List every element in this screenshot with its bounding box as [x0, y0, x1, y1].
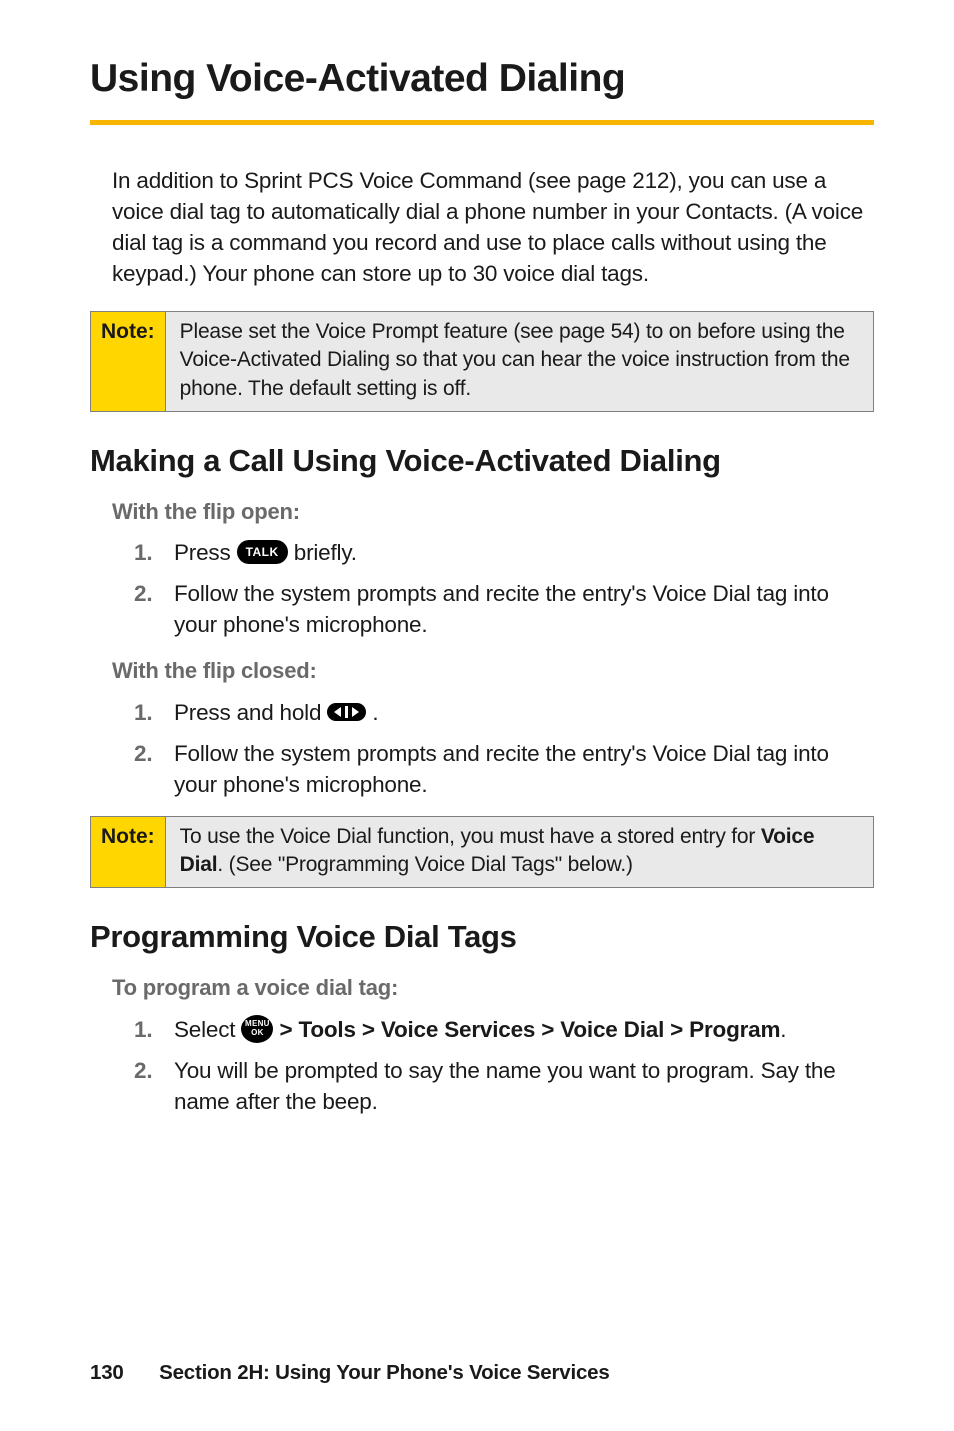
talk-key-icon: TALK: [237, 540, 288, 565]
list-item: 2. You will be prompted to say the name …: [134, 1055, 874, 1117]
note-box-voice-prompt: Note: Please set the Voice Prompt featur…: [90, 311, 874, 412]
note-label: Note:: [91, 817, 166, 888]
menu-ok-key-icon: MENU OK: [241, 1015, 273, 1043]
menu-path: > Tools > Voice Services > Voice Dial > …: [279, 1017, 780, 1042]
text-segment: briefly.: [294, 540, 357, 565]
list-flip-closed: 1. Press and hold . 2. Follow the system…: [134, 697, 874, 800]
list-number: 1.: [134, 1014, 174, 1045]
list-flip-open: 1. Press TALK briefly. 2. Follow the sys…: [134, 537, 874, 640]
text-segment: To use the Voice Dial function, you must…: [180, 825, 761, 848]
list-body: Select MENU OK > Tools > Voice Services …: [174, 1014, 874, 1045]
label-flip-closed: With the flip closed:: [112, 656, 874, 686]
note-label: Note:: [91, 312, 166, 411]
list-number: 1.: [134, 537, 174, 568]
text-segment: Select: [174, 1017, 241, 1042]
list-number: 1.: [134, 697, 174, 728]
icon-text-bottom: OK: [251, 1029, 264, 1038]
note-body: To use the Voice Dial function, you must…: [166, 817, 873, 888]
heading-making-call: Making a Call Using Voice-Activated Dial…: [90, 440, 874, 483]
text-segment: . (See "Programming Voice Dial Tags" bel…: [217, 853, 632, 876]
page-footer: 130 Section 2H: Using Your Phone's Voice…: [90, 1359, 610, 1387]
list-body: You will be prompted to say the name you…: [174, 1055, 874, 1117]
text-segment: Press: [174, 540, 237, 565]
list-body: Follow the system prompts and recite the…: [174, 738, 874, 800]
text-segment: .: [780, 1017, 786, 1042]
side-key-icon: [327, 703, 366, 721]
page-number: 130: [90, 1361, 124, 1384]
list-number: 2.: [134, 578, 174, 609]
text-segment: .: [372, 700, 378, 725]
text-segment: Press and hold: [174, 700, 327, 725]
note-body: Please set the Voice Prompt feature (see…: [166, 312, 873, 411]
page-title: Using Voice-Activated Dialing: [90, 52, 874, 125]
list-item: 2. Follow the system prompts and recite …: [134, 578, 874, 640]
heading-programming: Programming Voice Dial Tags: [90, 916, 874, 959]
list-number: 2.: [134, 738, 174, 769]
list-body: Press and hold .: [174, 697, 874, 728]
label-flip-open: With the flip open:: [112, 497, 874, 527]
list-item: 1. Press and hold .: [134, 697, 874, 728]
list-item: 2. Follow the system prompts and recite …: [134, 738, 874, 800]
intro-paragraph: In addition to Sprint PCS Voice Command …: [112, 165, 874, 289]
list-item: 1. Press TALK briefly.: [134, 537, 874, 568]
list-body: Follow the system prompts and recite the…: [174, 578, 874, 640]
list-item: 1. Select MENU OK > Tools > Voice Servic…: [134, 1014, 874, 1045]
list-number: 2.: [134, 1055, 174, 1086]
note-box-voice-dial: Note: To use the Voice Dial function, yo…: [90, 816, 874, 889]
footer-section-text: Section 2H: Using Your Phone's Voice Ser…: [159, 1361, 609, 1384]
list-program: 1. Select MENU OK > Tools > Voice Servic…: [134, 1014, 874, 1117]
list-body: Press TALK briefly.: [174, 537, 874, 568]
label-program: To program a voice dial tag:: [112, 973, 874, 1003]
